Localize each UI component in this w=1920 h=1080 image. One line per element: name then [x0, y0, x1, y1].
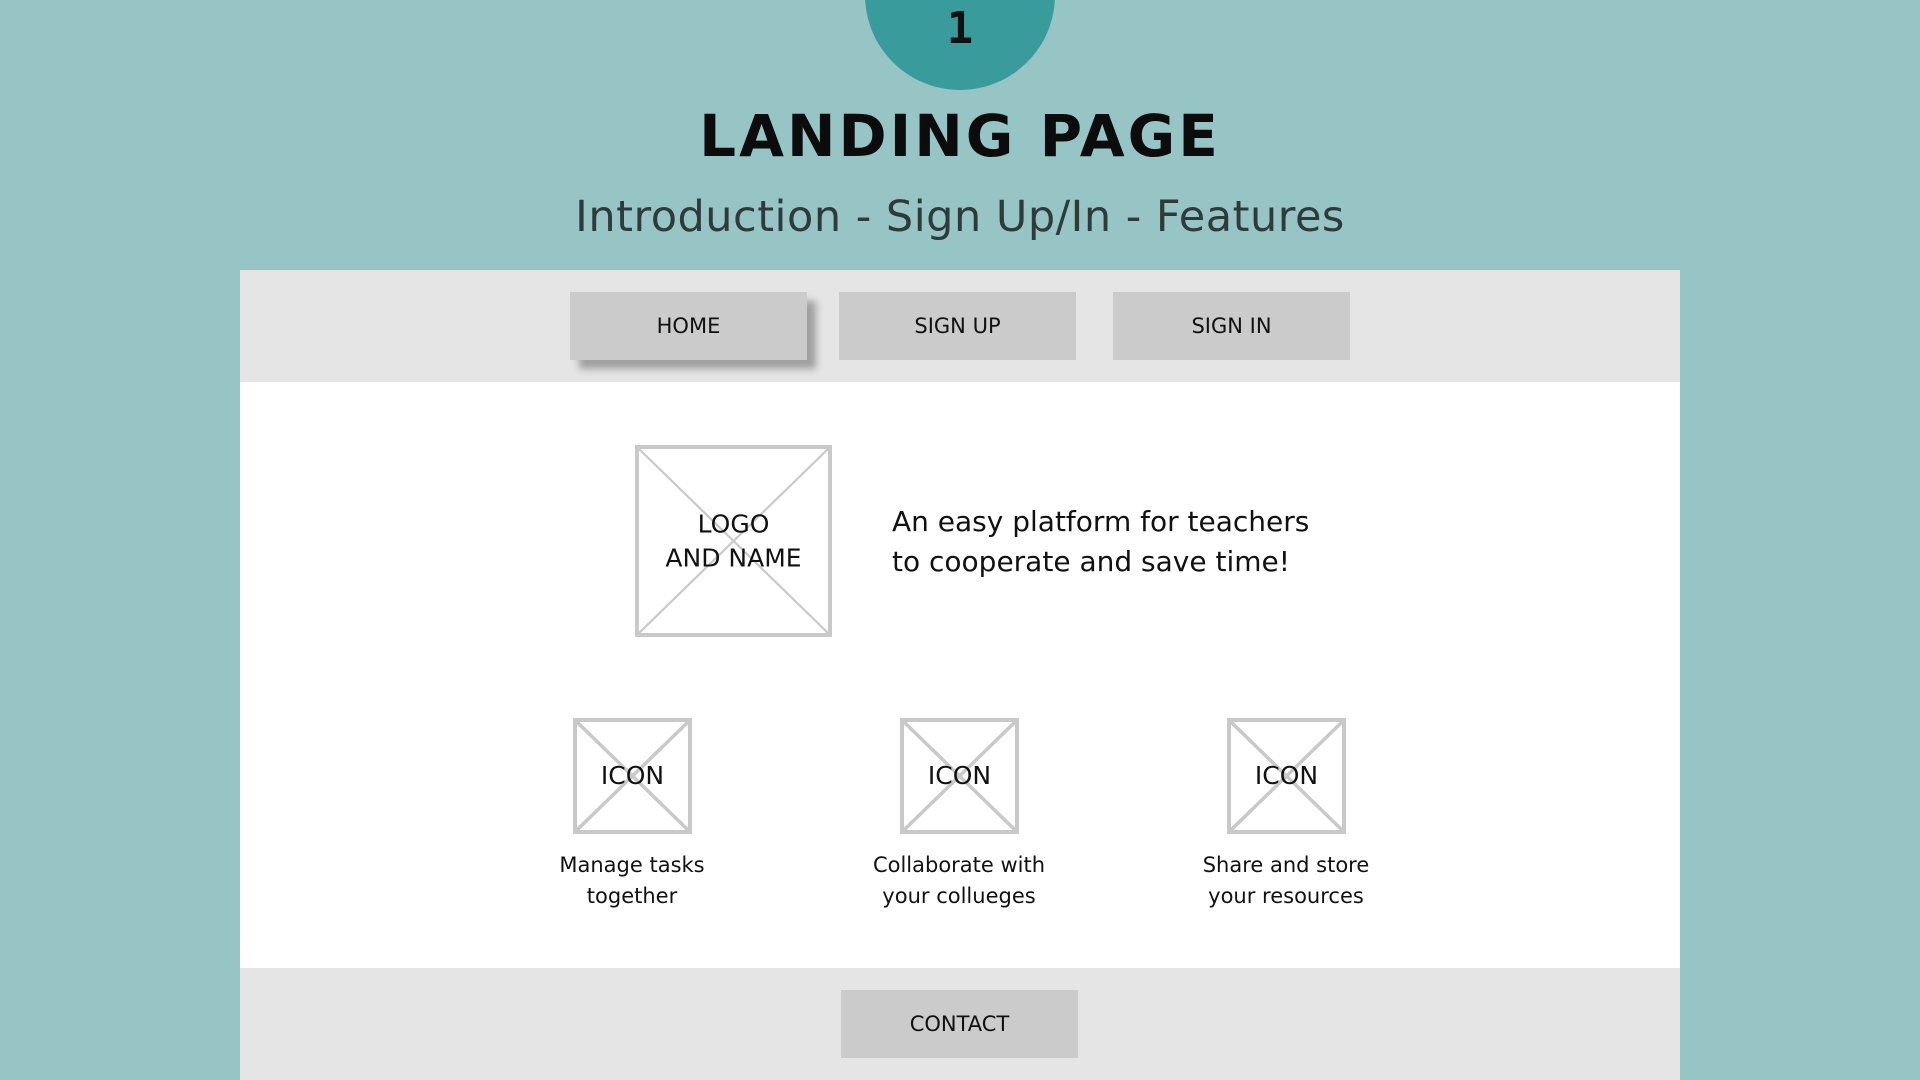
navbar: HOME SIGN UP SIGN IN [240, 270, 1680, 382]
tagline-line2: to cooperate and save time! [892, 545, 1290, 578]
feature-caption-line1: Manage tasks [559, 853, 705, 877]
feature-icon-placeholder: ICON [1227, 718, 1346, 834]
feature-caption-line1: Collaborate with [872, 853, 1046, 877]
feature-caption-line2: your collueges [882, 884, 1036, 908]
feature-caption: Share and store your resources [1156, 850, 1416, 912]
sign-in-button[interactable]: SIGN IN [1113, 292, 1350, 360]
feature-icon-placeholder: ICON [573, 718, 692, 834]
contact-button[interactable]: CONTACT [841, 990, 1078, 1058]
tagline: An easy platform for teachers to coopera… [892, 502, 1309, 582]
logo-label-line2: AND NAME [665, 543, 802, 572]
home-button[interactable]: HOME [570, 292, 807, 360]
icon-label: ICON [600, 761, 665, 791]
page-title: LANDING PAGE [699, 102, 1221, 170]
logo-label-line1: LOGO [697, 509, 770, 539]
icon-label: ICON [927, 761, 992, 791]
logo-placeholder: LOGO AND NAME [635, 445, 832, 637]
page-subtitle: Introduction - Sign Up/In - Features [575, 192, 1345, 242]
tagline-line1: An easy platform for teachers [892, 505, 1310, 538]
slide: 1 LANDING PAGE Introduction - Sign Up/In… [0, 0, 1920, 1080]
step-circle: 1 [865, 0, 1055, 90]
feature-caption-line1: Share and store [1202, 853, 1370, 877]
feature-caption-line2: your resources [1208, 884, 1364, 908]
wireframe-mockup: HOME SIGN UP SIGN IN LOGO AND NAME An ea… [240, 270, 1680, 1080]
feature-icon-placeholder: ICON [900, 718, 1019, 834]
feature-caption: Manage tasks together [502, 850, 762, 912]
logo-label: LOGO AND NAME [639, 507, 828, 575]
sign-up-button[interactable]: SIGN UP [839, 292, 1076, 360]
footer-bar: CONTACT [240, 968, 1680, 1080]
step-number: 1 [946, 3, 974, 54]
feature-caption: Collaborate with your collueges [829, 850, 1089, 912]
feature-caption-line2: together [586, 884, 678, 908]
icon-label: ICON [1254, 761, 1319, 791]
